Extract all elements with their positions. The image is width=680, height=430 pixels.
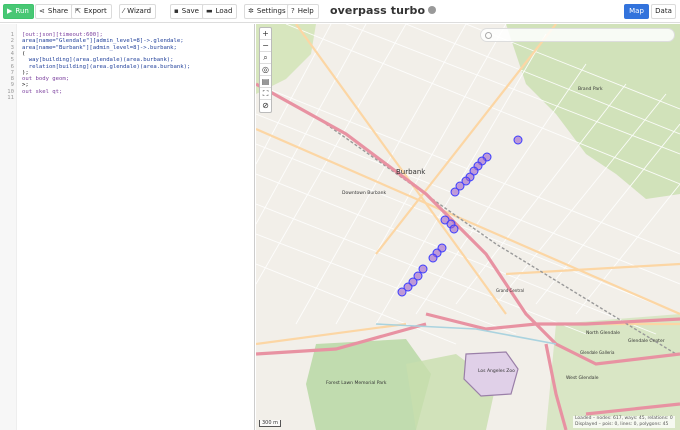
- code-text: out body geom;: [22, 76, 70, 83]
- place-label: Forest Lawn Memorial Park: [326, 380, 387, 386]
- result-building: [397, 287, 407, 297]
- line-number: 11: [7, 95, 14, 101]
- line-number: 3: [10, 44, 14, 51]
- zoom-in-button[interactable]: +: [260, 28, 271, 40]
- zoom-out-button[interactable]: −: [260, 40, 271, 52]
- toolbar: ▶ Run ⋖ Share ⇱ Export ⁄ Wizard ▪ Save ▬ Load …: [0, 0, 680, 23]
- share-button[interactable]: ⋖ Share: [35, 4, 74, 19]
- map-status: Loaded – nodes: 617, ways: 45, relations…: [573, 416, 675, 428]
- tab-data[interactable]: Data: [651, 4, 676, 19]
- line-number: 4: [10, 50, 14, 57]
- place-label: West Glendale: [566, 375, 599, 381]
- scale-bar: 300 m: [259, 420, 282, 427]
- brand-icon: [428, 6, 437, 14]
- code-line[interactable]: 10 out skel qt;: [0, 89, 255, 95]
- map-controls: + − ⌕ ◎ ▤ ⛶ ⊘: [259, 27, 272, 113]
- code-text: [out:json][timeout:600];: [22, 32, 103, 38]
- line-number: 2: [10, 38, 14, 45]
- question-icon: ?: [291, 7, 295, 15]
- play-icon: ▶: [7, 7, 13, 15]
- line-number: 10: [7, 88, 14, 95]
- code-line[interactable]: 11: [0, 95, 255, 101]
- code-text: out skel qt;: [22, 88, 63, 95]
- place-label: Brand Park: [578, 86, 603, 92]
- place-label: Los Angeles Zoo: [478, 368, 515, 374]
- share-label: Share: [47, 7, 69, 15]
- fullscreen-icon[interactable]: ⛶: [260, 88, 271, 100]
- place-label: Grand Central: [496, 288, 524, 293]
- result-building: [428, 253, 438, 263]
- layers-icon[interactable]: ▤: [260, 76, 271, 88]
- load-label: Load: [215, 7, 233, 15]
- search-icon[interactable]: ⌕: [260, 52, 271, 64]
- help-button[interactable]: ? Help: [287, 4, 319, 19]
- run-button[interactable]: ▶ Run: [3, 4, 34, 19]
- line-number: 5: [10, 57, 14, 64]
- export-label: Export: [83, 7, 107, 15]
- help-label: Help: [297, 7, 314, 15]
- load-button[interactable]: ▬ Load: [202, 4, 238, 19]
- code-line[interactable]: 2 area[name="Glendale"][admin_level=8]->.…: [0, 38, 255, 44]
- run-label: Run: [15, 7, 29, 15]
- wand-icon: ⁄: [123, 7, 125, 15]
- line-number: 7: [10, 69, 14, 76]
- save-label: Save: [181, 7, 199, 15]
- tab-map[interactable]: Map: [624, 4, 649, 19]
- code-line[interactable]: 4(: [0, 51, 255, 57]
- save-icon: ▪: [174, 7, 179, 15]
- settings-button[interactable]: ✲ Settings: [244, 4, 291, 19]
- map-search-input[interactable]: [480, 28, 675, 42]
- code-line[interactable]: 3 area[name="Burbank"][admin_level=8]->.b…: [0, 45, 255, 51]
- code-line[interactable]: 9 >;: [0, 82, 255, 88]
- line-number: 1: [10, 32, 14, 38]
- code-text: relation[building](area.glendale)(area.b…: [22, 63, 191, 70]
- place-label: Burbank: [396, 168, 426, 176]
- save-button[interactable]: ▪ Save: [170, 4, 204, 19]
- line-number: 6: [10, 63, 14, 70]
- line-number: 8: [10, 76, 14, 83]
- settings-label: Settings: [256, 7, 286, 15]
- line-number: 9: [10, 82, 14, 89]
- gear-icon: ✲: [248, 7, 254, 15]
- place-label: North Glendale: [586, 330, 620, 336]
- place-label: Glendale Galleria: [580, 350, 615, 355]
- result-building: [449, 224, 459, 234]
- map-canvas[interactable]: Burbank Downtown Burbank Los Angeles Zoo…: [256, 24, 680, 430]
- clear-icon[interactable]: ⊘: [260, 100, 271, 112]
- code-line[interactable]: 1 [out:json][timeout:600];: [0, 32, 255, 38]
- code-editor[interactable]: 1 [out:json][timeout:600]; 2 area[name="Gle…: [0, 24, 255, 430]
- code-line[interactable]: 8 out body geom;: [0, 76, 255, 82]
- place-label: Downtown Burbank: [342, 190, 386, 196]
- locate-icon[interactable]: ◎: [260, 64, 271, 76]
- code-text: area[name="Glendale"][admin_level=8]->.g…: [22, 38, 184, 45]
- code-text: >;: [22, 82, 29, 89]
- code-text: (: [22, 50, 26, 57]
- code-line[interactable]: 6 relation[building](area.glendale)(area…: [0, 64, 255, 70]
- code-text: way[building](area.glendale)(area.burban…: [22, 57, 174, 64]
- status-displayed: Displayed – pois: 0, lines: 0, polygons:…: [575, 422, 669, 427]
- result-building: [418, 264, 428, 274]
- place-label: Glendale Center: [628, 338, 665, 344]
- code-line[interactable]: 5 way[building](area.glendale)(area.burb…: [0, 57, 255, 63]
- share-icon: ⋖: [39, 7, 45, 15]
- app-title: overpass turbo: [330, 4, 437, 17]
- map-view[interactable]: Burbank Downtown Burbank Los Angeles Zoo…: [256, 24, 680, 430]
- code-text: area[name="Burbank"][admin_level=8]->.bu…: [22, 44, 177, 51]
- code-text: );: [22, 69, 29, 76]
- wizard-button[interactable]: ⁄ Wizard: [119, 4, 157, 19]
- export-button[interactable]: ⇱ Export: [71, 4, 112, 19]
- query-results: [397, 135, 523, 297]
- code-line[interactable]: 7);: [0, 70, 255, 76]
- wizard-label: Wizard: [127, 7, 152, 15]
- export-icon: ⇱: [75, 7, 81, 15]
- folder-icon: ▬: [206, 7, 213, 15]
- result-building: [450, 187, 460, 197]
- result-building: [513, 135, 523, 145]
